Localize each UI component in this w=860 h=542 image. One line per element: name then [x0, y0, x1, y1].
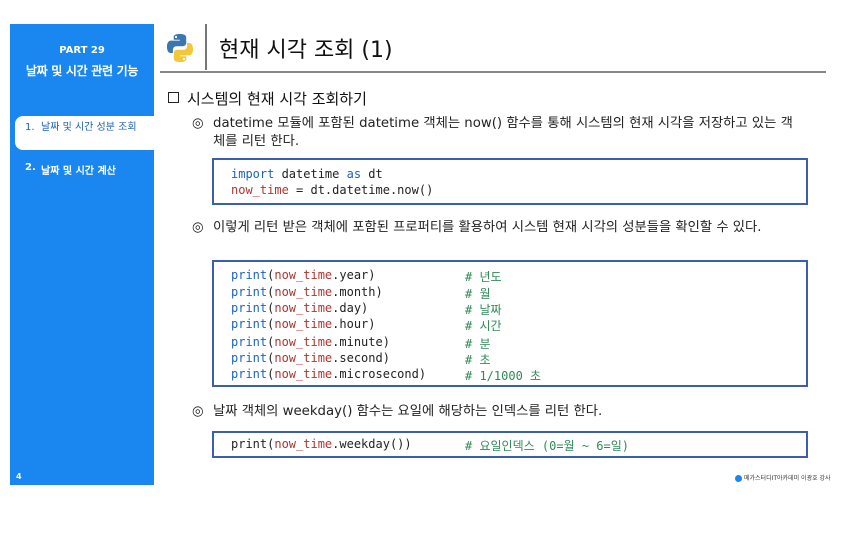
brand-name: 메가스터디IT아카데미	[744, 475, 800, 482]
code-line: print(now_time.month)	[231, 285, 383, 299]
code-comment: # 날짜	[465, 303, 502, 317]
code-line: print(now_time.year)	[231, 268, 376, 282]
python-logo-icon	[167, 34, 193, 62]
code-line: print(now_time.hour)	[231, 317, 376, 331]
section-heading-text: 시스템의 현재 시각 조회하기	[187, 90, 367, 108]
sidebar-item-components[interactable]: 1. 날짜 및 시간 성분 조회	[15, 116, 154, 150]
footer-brand: 메가스터디IT아카데미 이광호 강사	[735, 473, 831, 482]
bullet-text: datetime 모듈에 포함된 datetime 객체는 now() 함수를 …	[213, 116, 793, 149]
part-number: PART 29	[59, 45, 105, 56]
brand-logo-icon	[735, 475, 742, 482]
sidebar-item-label: 날짜 및 시간 계산	[41, 166, 116, 177]
code-line: import datetime as dt	[231, 167, 383, 181]
code-comment: # 시간	[465, 319, 502, 333]
instructor-name: 이광호 강사	[801, 475, 831, 482]
code-comment: # 1/1000 초	[465, 369, 542, 383]
code-block-weekday: print(now_time.weekday()) # 요일인덱스 (0=월 ~…	[212, 431, 808, 458]
code-line: now_time = dt.datetime.now()	[231, 183, 434, 197]
code-line: print(now_time.weekday())	[231, 437, 412, 451]
bullet-text: 날짜 객체의 weekday() 함수는 요일에 해당하는 인덱스를 리턴 한다…	[213, 404, 603, 419]
bullet-text: 이렇게 리턴 받은 객체에 포함된 프로퍼티를 활용하여 시스템 현재 시각의 …	[213, 220, 762, 235]
page-title: 현재 시각 조회 (1)	[219, 38, 393, 63]
code-line: print(now_time.microsecond)	[231, 367, 427, 381]
code-comment: # 요일인덱스 (0=월 ~ 6=일)	[465, 439, 629, 453]
sidebar-item-number: 2.	[25, 162, 36, 173]
page-number: 4	[16, 472, 22, 481]
code-line: print(now_time.second)	[231, 351, 390, 365]
code-line: print(now_time.minute)	[231, 335, 390, 349]
sidebar-item-label: 날짜 및 시간 성분 조회	[41, 122, 137, 133]
bullet-mark-icon: ◎	[192, 116, 204, 131]
sidebar-item-number: 1.	[25, 122, 35, 133]
code-comment: # 년도	[465, 270, 502, 284]
sidebar: PART 29 날짜 및 시간 관련 기능 1. 날짜 및 시간 성분 조회 2…	[10, 24, 154, 485]
bullet-mark-icon: ◎	[192, 220, 204, 235]
code-comment: # 분	[465, 337, 491, 351]
code-comment: # 초	[465, 353, 491, 367]
title-divider	[205, 24, 207, 70]
title-underline	[160, 71, 826, 73]
checkbox-square-icon	[168, 92, 179, 103]
code-block-properties: print(now_time.year) # 년도 print(now_time…	[212, 260, 808, 387]
bullet-mark-icon: ◎	[192, 404, 204, 419]
code-line: print(now_time.day)	[231, 301, 369, 315]
part-title: 날짜 및 시간 관련 기능	[25, 64, 139, 78]
code-block-import: import datetime as dt now_time = dt.date…	[212, 158, 808, 205]
section-heading: 시스템의 현재 시각 조회하기	[168, 88, 367, 109]
code-comment: # 월	[465, 287, 491, 301]
